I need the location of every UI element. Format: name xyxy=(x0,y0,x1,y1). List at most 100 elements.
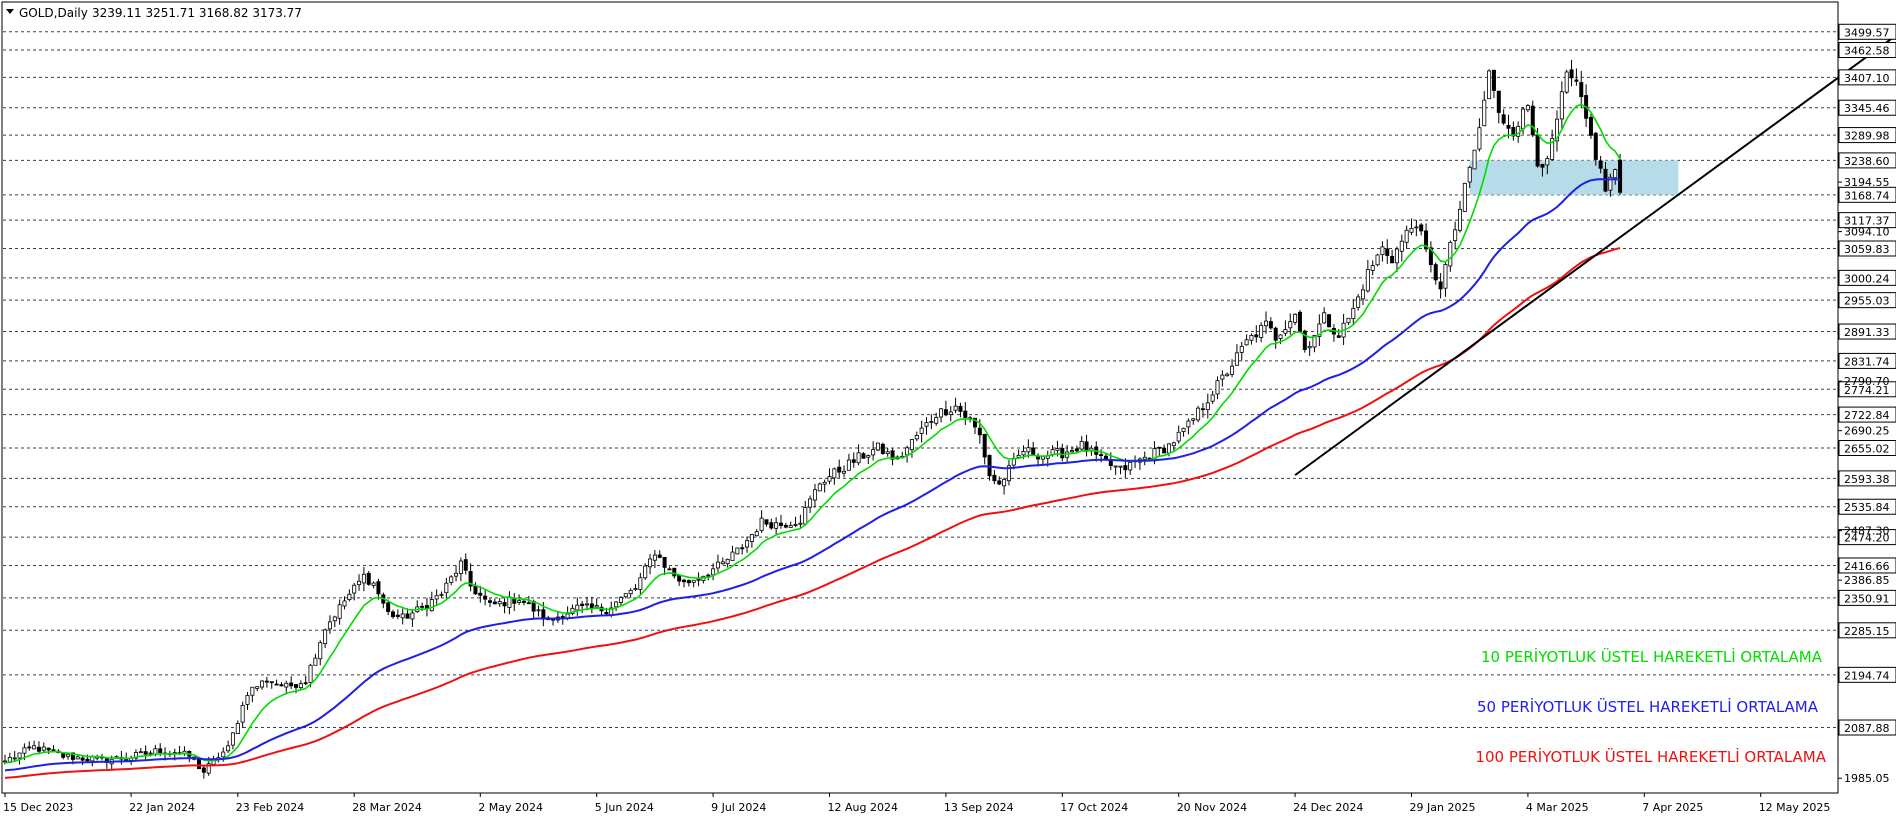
candle-body xyxy=(85,758,90,762)
candle-body xyxy=(337,604,342,619)
candle-body xyxy=(876,442,881,451)
x-tick-label: 12 Aug 2024 xyxy=(828,801,898,814)
candle-body xyxy=(1399,240,1404,252)
candle-body xyxy=(1307,345,1312,349)
candle-body xyxy=(914,435,919,440)
candle-body xyxy=(1273,327,1278,341)
price-level-label: 2831.74 xyxy=(1844,355,1890,368)
candle-body xyxy=(371,582,376,586)
x-tick-label: 9 Jul 2024 xyxy=(711,801,766,814)
candle-body xyxy=(1336,335,1341,338)
candle-body xyxy=(1128,461,1133,471)
x-tick-label: 17 Oct 2024 xyxy=(1060,801,1128,814)
y-tick-label: 2790.70 xyxy=(1844,375,1890,388)
candle-body xyxy=(1394,248,1399,264)
candle-body xyxy=(585,603,590,606)
candle-body xyxy=(1118,465,1123,468)
candle-body xyxy=(652,554,657,561)
candle-body xyxy=(1268,321,1273,329)
legend-ema100: 100 PERİYOTLUK ÜSTEL HAREKETLİ ORTALAMA xyxy=(1475,747,1826,766)
candle-body xyxy=(1254,334,1259,338)
candle-body xyxy=(1200,408,1205,411)
price-chart[interactable]: 3499.57 3462.58 3407.10 3345.46 3289.98 3238.… xyxy=(0,0,1896,820)
candle-body xyxy=(817,483,822,492)
candle-body xyxy=(1375,254,1380,266)
candle-body xyxy=(196,757,201,770)
candle-body xyxy=(260,680,265,688)
candle-body xyxy=(1438,281,1443,290)
candle-body xyxy=(963,410,968,418)
candle-body xyxy=(1404,229,1409,243)
candle-body xyxy=(463,559,468,571)
candle-body xyxy=(1171,442,1176,447)
candle-body xyxy=(861,453,866,459)
candle-body xyxy=(706,574,711,577)
candle-body xyxy=(61,753,66,758)
candle-body xyxy=(1569,69,1574,79)
candle-body xyxy=(449,576,454,583)
candle-body xyxy=(1530,105,1535,136)
candle-body xyxy=(454,572,459,577)
candle-body xyxy=(759,517,764,531)
candle-body xyxy=(997,480,1002,485)
candle-body xyxy=(1327,314,1332,328)
x-tick-label: 24 Dec 2024 xyxy=(1293,801,1363,814)
candle-body xyxy=(594,605,599,608)
candle-body xyxy=(808,498,813,508)
candle-body xyxy=(1419,224,1424,232)
candle-body xyxy=(444,582,449,594)
candle-body xyxy=(521,600,526,603)
candle-body xyxy=(735,547,740,555)
candle-body xyxy=(1564,71,1569,93)
candle-body xyxy=(618,597,623,603)
candle-body xyxy=(803,507,808,525)
candle-body xyxy=(822,481,827,485)
candle-body xyxy=(638,577,643,590)
candle-body xyxy=(1361,289,1366,300)
candle-body xyxy=(682,579,687,583)
candle-body xyxy=(948,411,953,416)
candle-body xyxy=(1472,149,1477,170)
candle-body xyxy=(929,421,934,423)
candle-body xyxy=(269,681,274,684)
candle-body xyxy=(279,684,284,687)
candle-body xyxy=(725,558,730,565)
candle-body xyxy=(1181,427,1186,433)
candle-body xyxy=(934,417,939,424)
candle-body xyxy=(308,664,313,683)
price-level-label: 2194.74 xyxy=(1844,669,1890,682)
candle-body xyxy=(1283,329,1288,334)
candle-body xyxy=(812,489,817,501)
candle-body xyxy=(1215,380,1220,395)
candle-body xyxy=(1205,402,1210,410)
price-level-label: 2416.66 xyxy=(1844,560,1890,573)
candle-body xyxy=(1123,465,1128,471)
candle-body xyxy=(1167,443,1172,454)
y-tick-label: 3194.55 xyxy=(1844,176,1890,189)
candle-body xyxy=(492,601,497,605)
candle-body xyxy=(924,422,929,427)
candle-body xyxy=(386,602,391,613)
candle-body xyxy=(943,409,948,416)
candle-body xyxy=(754,531,759,537)
price-level-label: 2891.33 xyxy=(1844,326,1890,339)
candle-body xyxy=(46,747,51,751)
x-tick-label: 20 Nov 2024 xyxy=(1177,801,1247,814)
candle-body xyxy=(1244,339,1249,346)
candle-body xyxy=(1191,418,1196,421)
candle-body xyxy=(793,524,798,526)
candle-body xyxy=(715,561,720,569)
candle-body xyxy=(1060,448,1065,459)
candle-body xyxy=(982,433,987,458)
candle-body xyxy=(138,751,143,754)
candle-body xyxy=(827,476,832,482)
candle-body xyxy=(919,427,924,434)
candle-body xyxy=(958,405,963,412)
candle-body xyxy=(289,682,294,687)
candle-body xyxy=(1142,456,1147,460)
candle-body xyxy=(293,684,298,688)
candle-body xyxy=(1356,296,1361,308)
candle-body xyxy=(1574,79,1579,82)
candle-body xyxy=(1487,70,1492,100)
candle-body xyxy=(1220,374,1225,380)
